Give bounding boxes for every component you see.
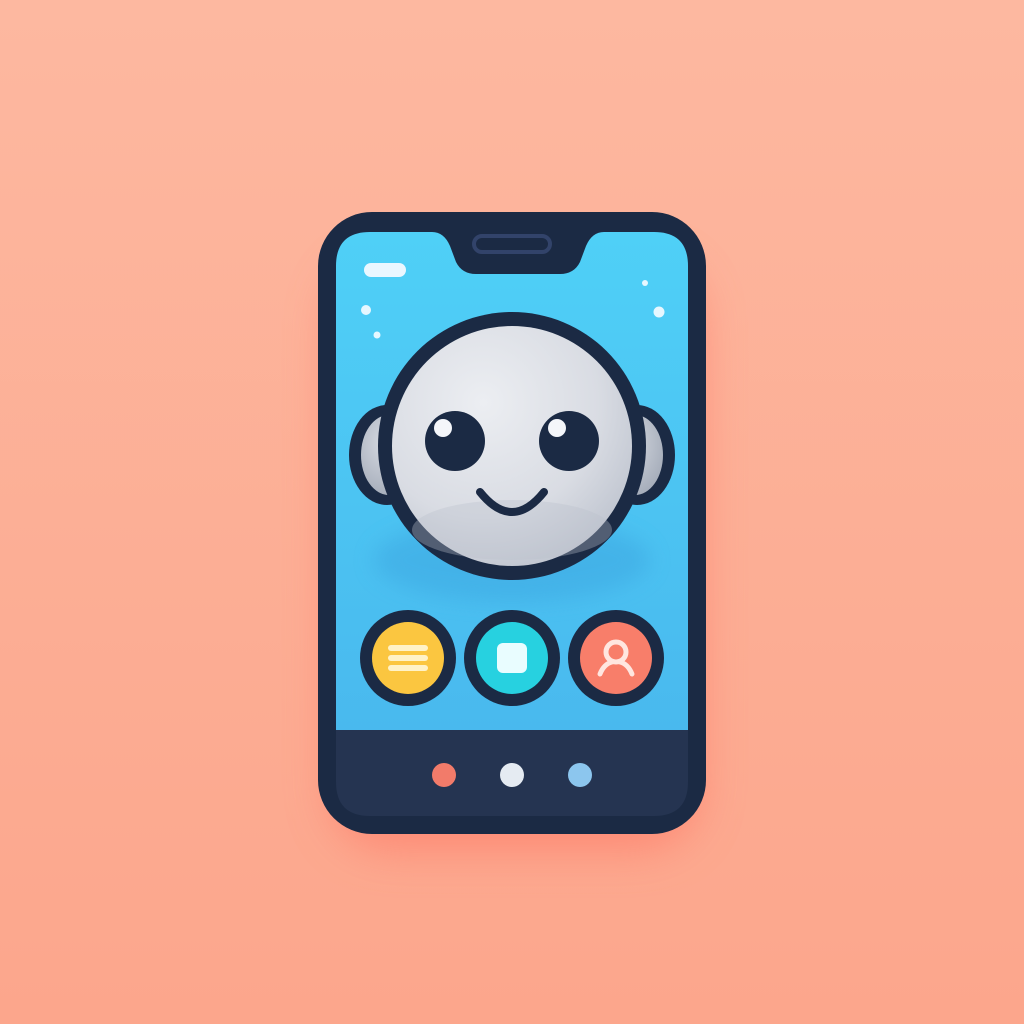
stop-button[interactable] [464, 610, 560, 706]
stop-icon [497, 643, 527, 673]
menu-icon [388, 645, 428, 671]
nav-dot-1[interactable] [432, 763, 456, 787]
user-button[interactable] [568, 610, 664, 706]
status-indicator [364, 263, 406, 277]
sparkle-dot [642, 280, 648, 286]
nav-dot-2[interactable] [500, 763, 524, 787]
menu-button[interactable] [360, 610, 456, 706]
nav-dot-3[interactable] [568, 763, 592, 787]
sparkle-dot [361, 305, 371, 315]
robot-right-eye [539, 411, 599, 471]
robot-left-eye [425, 411, 485, 471]
robot-head [378, 312, 646, 580]
sparkle-dot [373, 331, 381, 339]
sparkle-dot [653, 306, 665, 318]
phone-illustration [0, 0, 1024, 1024]
